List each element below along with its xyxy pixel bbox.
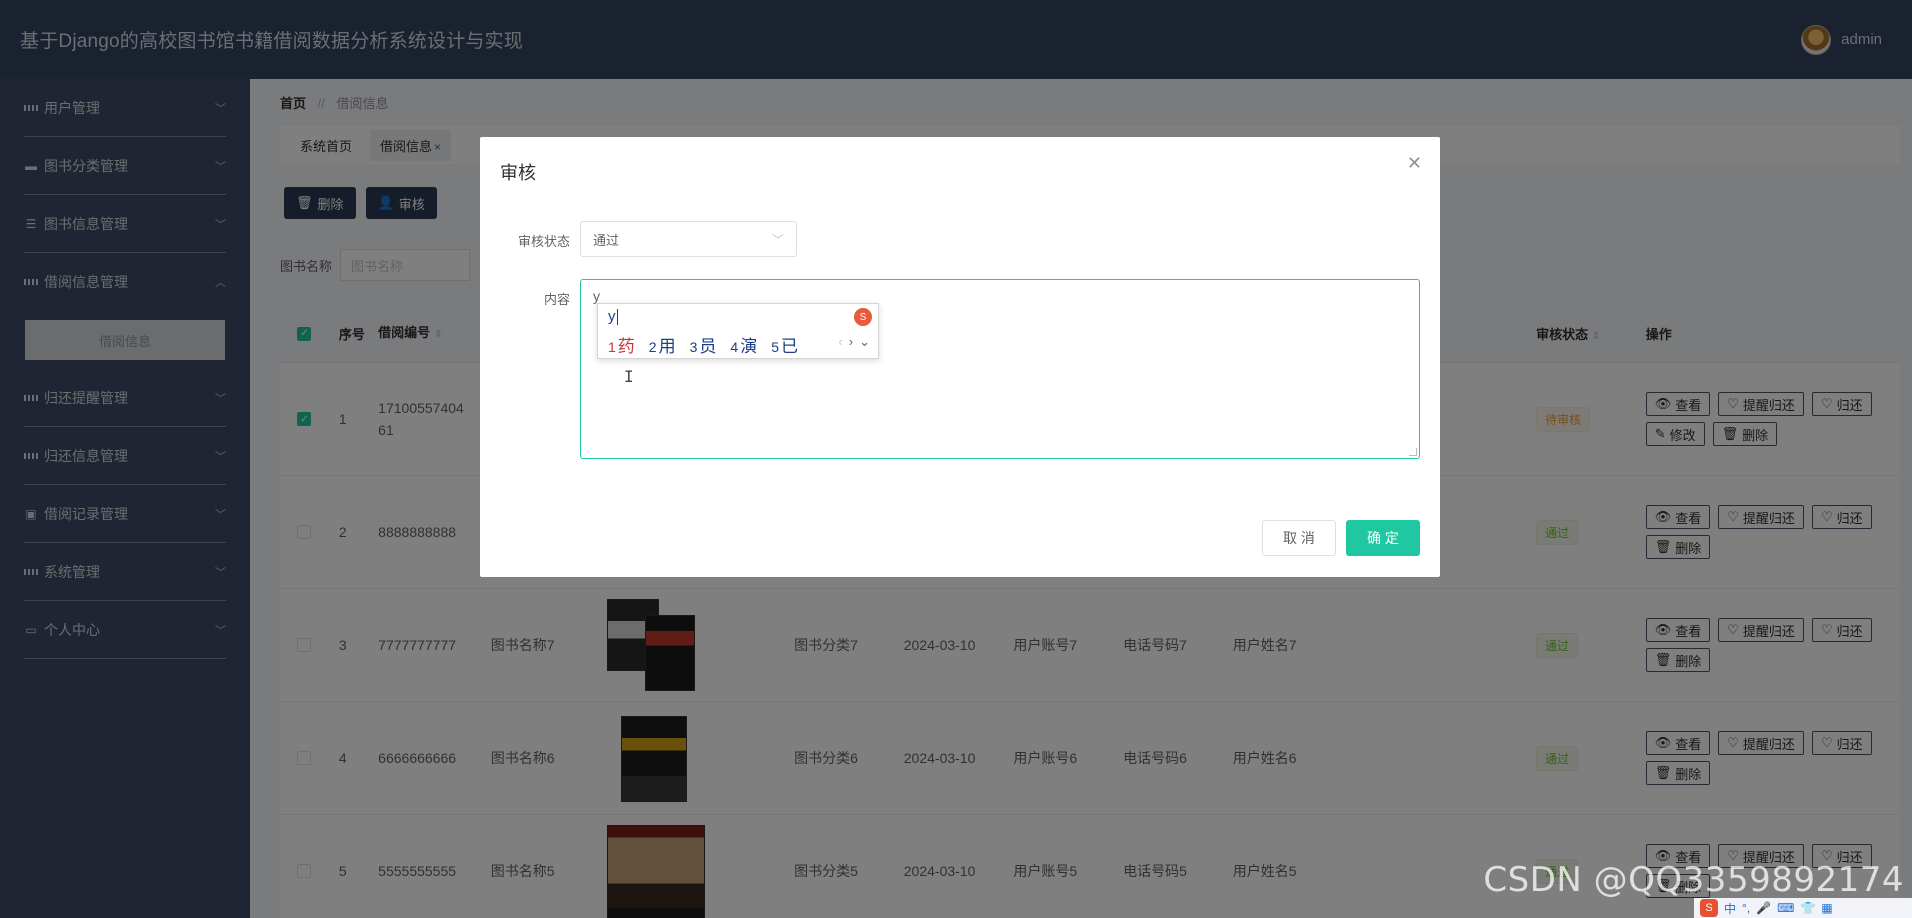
punctuation-icon[interactable]: °, — [1742, 901, 1750, 915]
content-field-label: 内容 — [543, 292, 570, 307]
ime-nav: ‹ › ⌄ — [838, 334, 870, 350]
ime-candidate[interactable]: 5已 — [771, 332, 798, 357]
confirm-button[interactable]: 确 定 — [1346, 520, 1420, 556]
keyboard-icon[interactable]: ⌨ — [1777, 901, 1794, 915]
ime-candidate[interactable]: 4演 — [730, 332, 757, 357]
skin-icon[interactable]: 👕 — [1800, 901, 1815, 915]
review-dialog: 审核 ✕ 审核状态 通过 ﹀ 内容 y I y S 1药 2用 3员 4演 5已… — [480, 137, 1440, 577]
chevron-right-icon[interactable]: › — [849, 334, 853, 350]
ime-candidate[interactable]: 2用 — [649, 332, 676, 357]
ime-candidates: 1药 2用 3员 4演 5已 — [608, 332, 798, 357]
close-icon[interactable]: ✕ — [1407, 153, 1422, 174]
status-field-label: 审核状态 — [517, 234, 570, 249]
ime-pinyin: y — [608, 308, 616, 325]
cancel-button[interactable]: 取 消 — [1262, 520, 1336, 556]
ime-lang-indicator[interactable]: 中 — [1724, 900, 1736, 917]
status-select[interactable]: 通过 ﹀ — [580, 221, 797, 257]
microphone-icon[interactable]: 🎤 — [1756, 901, 1771, 915]
ime-candidate[interactable]: 1药 — [608, 332, 635, 357]
ime-candidate-popup: y S 1药 2用 3员 4演 5已 ‹ › ⌄ — [597, 303, 879, 359]
toolbox-icon[interactable]: ▦ — [1821, 901, 1832, 915]
resize-handle[interactable] — [1409, 448, 1417, 456]
dialog-title: 审核 — [500, 163, 536, 183]
ime-tray: S 中 °, 🎤 ⌨ 👕 ▦ — [1694, 898, 1912, 918]
content-value: y — [593, 288, 600, 304]
watermark-text: CSDN @QQ3359892174 — [1483, 860, 1904, 900]
chevron-down-icon: ﹀ — [771, 232, 784, 247]
sogou-logo-icon[interactable]: S — [1700, 899, 1718, 917]
chevron-down-icon[interactable]: ⌄ — [859, 334, 870, 350]
chevron-left-icon[interactable]: ‹ — [838, 334, 842, 350]
text-cursor-icon: I — [624, 367, 634, 386]
ime-candidate[interactable]: 3员 — [690, 332, 717, 357]
ime-logo-icon[interactable]: S — [854, 308, 872, 326]
status-select-value: 通过 — [593, 232, 620, 248]
